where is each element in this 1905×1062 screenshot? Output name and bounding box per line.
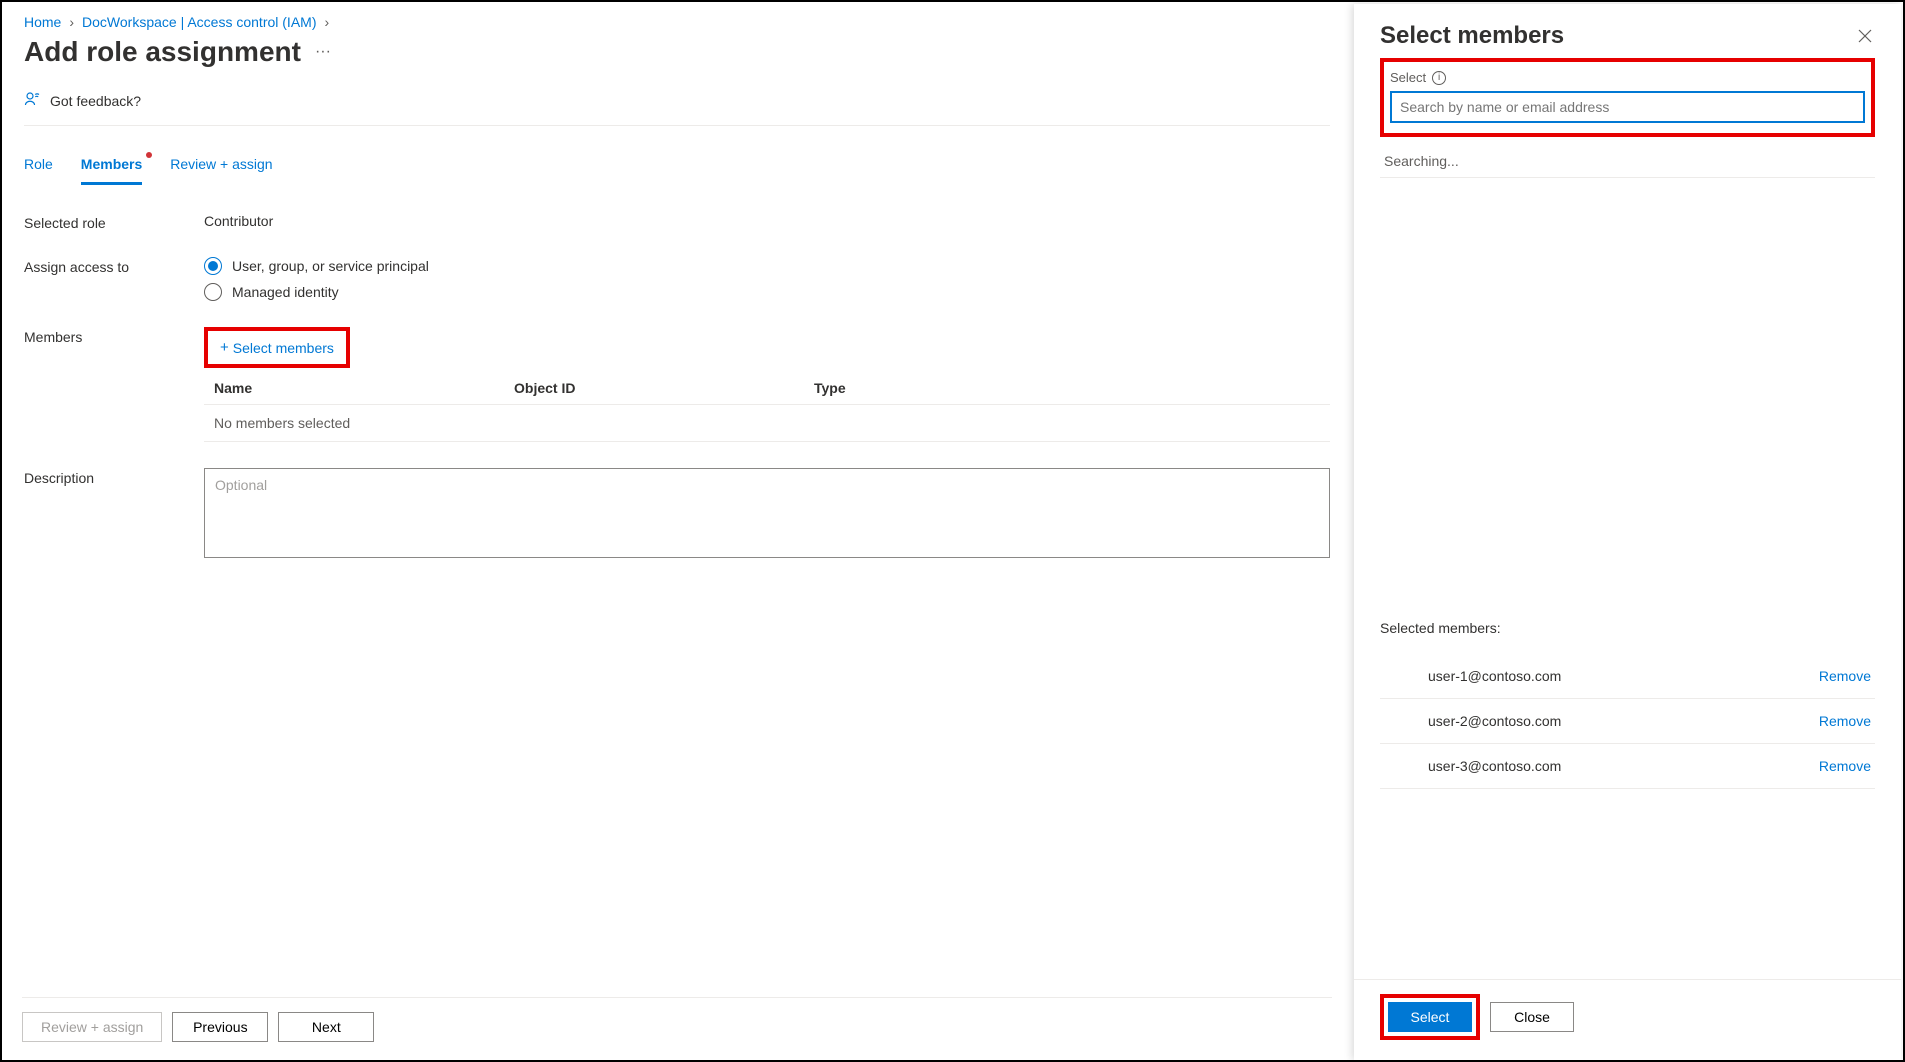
chevron-right-icon: › [324, 14, 329, 30]
member-email: user-2@contoso.com [1428, 713, 1561, 729]
results-spacer [1380, 178, 1875, 620]
feedback-text: Got feedback? [50, 93, 141, 109]
selected-members-label: Selected members: [1380, 620, 1875, 636]
remove-member-link[interactable]: Remove [1819, 758, 1871, 774]
tab-indicator-dot [146, 152, 152, 158]
remove-member-link[interactable]: Remove [1819, 668, 1871, 684]
page-title: Add role assignment [24, 36, 301, 68]
search-label: Select i [1390, 70, 1865, 85]
search-label-text: Select [1390, 70, 1426, 85]
col-objectid: Object ID [514, 380, 814, 396]
select-members-highlight: + Select members [204, 327, 350, 368]
plus-icon: + [220, 339, 229, 356]
table-header: Name Object ID Type [204, 372, 1330, 404]
tab-role[interactable]: Role [24, 150, 53, 185]
list-item: user-3@contoso.com Remove [1380, 744, 1875, 789]
tab-review[interactable]: Review + assign [170, 150, 272, 185]
radio-managed-identity[interactable]: Managed identity [204, 283, 1330, 301]
radio-user-group[interactable]: User, group, or service principal [204, 257, 1330, 275]
breadcrumb: Home › DocWorkspace | Access control (IA… [24, 14, 1330, 30]
tab-members-label: Members [81, 156, 142, 172]
feedback-icon [24, 90, 42, 111]
breadcrumb-workspace[interactable]: DocWorkspace | Access control (IAM) [82, 14, 316, 30]
select-button[interactable]: Select [1388, 1002, 1472, 1032]
breadcrumb-home[interactable]: Home [24, 14, 61, 30]
panel-footer: Select Close [1354, 979, 1901, 1060]
col-name: Name [214, 380, 514, 396]
member-email: user-1@contoso.com [1428, 668, 1561, 684]
search-highlight: Select i [1380, 58, 1875, 137]
radio-circle-icon [204, 257, 222, 275]
select-members-link[interactable]: + Select members [216, 337, 338, 358]
selected-members-section: Selected members: user-1@contoso.com Rem… [1380, 620, 1875, 799]
select-members-panel: Select members Select i Searching... Sel… [1354, 4, 1901, 1060]
tab-members[interactable]: Members [81, 150, 142, 185]
radio-user-label: User, group, or service principal [232, 258, 429, 274]
previous-button[interactable]: Previous [172, 1012, 268, 1042]
panel-header: Select members [1354, 4, 1901, 58]
member-search-input[interactable] [1390, 91, 1865, 123]
close-icon[interactable] [1855, 26, 1875, 46]
table-empty-row: No members selected [204, 404, 1330, 442]
form: Selected role Contributor Assign access … [24, 213, 1330, 561]
tabs: Role Members Review + assign [24, 150, 1330, 185]
searching-status: Searching... [1380, 145, 1875, 178]
description-input[interactable] [204, 468, 1330, 558]
member-email: user-3@contoso.com [1428, 758, 1561, 774]
feedback-link[interactable]: Got feedback? [24, 90, 1330, 126]
panel-title: Select members [1380, 22, 1564, 50]
assign-access-radio-group: User, group, or service principal Manage… [204, 257, 1330, 301]
radio-circle-icon [204, 283, 222, 301]
chevron-right-icon: › [69, 14, 74, 30]
panel-body: Select i Searching... Selected members: … [1354, 58, 1901, 979]
list-item: user-2@contoso.com Remove [1380, 699, 1875, 744]
selected-role-label: Selected role [24, 213, 204, 231]
description-cell [204, 468, 1330, 561]
members-table: Name Object ID Type No members selected [204, 372, 1330, 442]
selected-role-value: Contributor [204, 213, 1330, 229]
info-icon[interactable]: i [1432, 71, 1446, 85]
more-menu-button[interactable]: ··· [315, 43, 331, 61]
title-row: Add role assignment ··· [24, 36, 1330, 68]
select-members-link-text: Select members [233, 340, 334, 356]
select-button-highlight: Select [1380, 994, 1480, 1040]
main-content: Home › DocWorkspace | Access control (IA… [2, 2, 1352, 1060]
wizard-footer: Review + assign Previous Next [22, 997, 1332, 1042]
members-cell: + Select members Name Object ID Type No … [204, 327, 1330, 442]
remove-member-link[interactable]: Remove [1819, 713, 1871, 729]
close-button[interactable]: Close [1490, 1002, 1574, 1032]
assign-access-label: Assign access to [24, 257, 204, 275]
list-item: user-1@contoso.com Remove [1380, 654, 1875, 699]
radio-managed-label: Managed identity [232, 284, 339, 300]
members-label: Members [24, 327, 204, 345]
col-type: Type [814, 380, 1114, 396]
description-label: Description [24, 468, 204, 486]
bottom-spacer [1380, 799, 1875, 979]
next-button[interactable]: Next [278, 1012, 374, 1042]
review-assign-button[interactable]: Review + assign [22, 1012, 162, 1042]
